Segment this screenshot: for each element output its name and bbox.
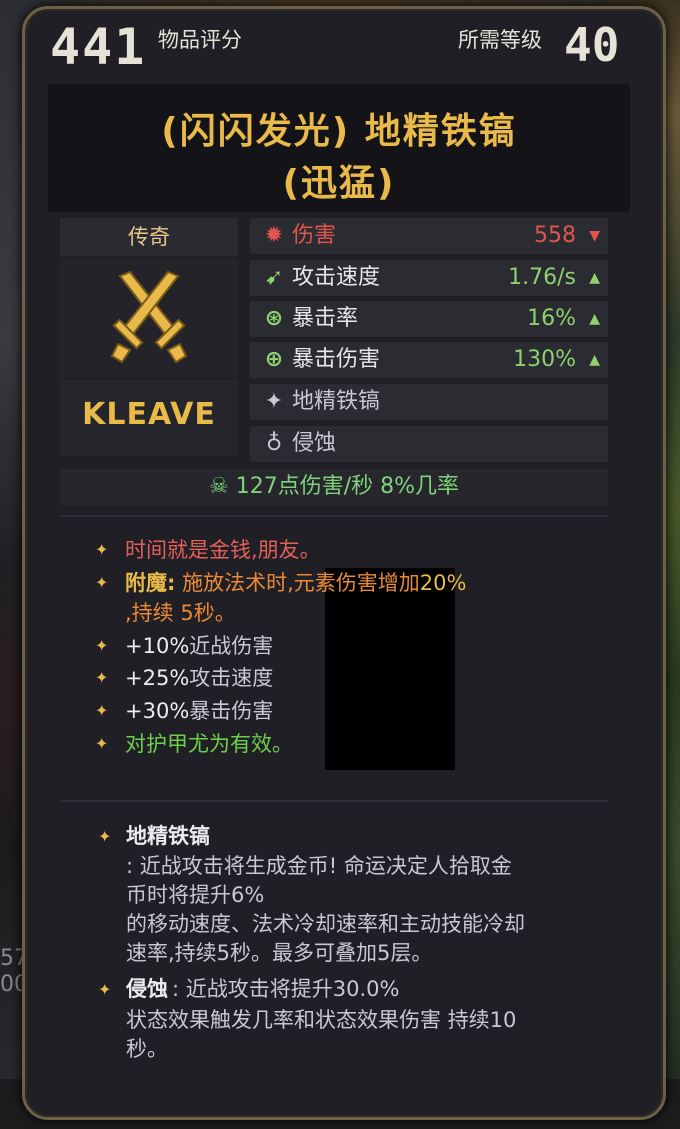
tooltip-header: 441 物品评分 所需等级 40 [50, 18, 630, 78]
stat-label: 攻击速度 [292, 265, 381, 290]
star-icon: ✦ [95, 668, 109, 687]
star-icon: ✦ [95, 734, 109, 753]
stat-value: 558 [534, 223, 576, 248]
stat-value: 1.76/s [508, 265, 576, 290]
stat-row-damage: ✹ 伤害 558 ▼ [250, 218, 608, 254]
stat-value: 16% [527, 306, 576, 331]
crit-damage-icon: ⊕ [264, 347, 284, 372]
dps-text: 127点伤害/秒 8%几率 [235, 474, 460, 499]
divider [60, 515, 608, 517]
star-icon: ✦ [98, 827, 112, 846]
crit-rate-icon: ⊛ [264, 306, 284, 331]
stat-row-erosion: ♁ 侵蚀 [250, 426, 608, 462]
damage-icon: ✹ [264, 223, 284, 248]
star-icon: ✦ [95, 636, 109, 655]
dps-line: ☠ 127点伤害/秒 8%几率 [60, 469, 608, 505]
divider [60, 800, 608, 802]
item-score-label: 物品评分 [158, 28, 242, 52]
skull-icon: ☠ [208, 474, 229, 499]
star-icon: ✦ [98, 980, 112, 999]
erosion-icon: ♁ [265, 431, 283, 456]
item-name-line1: (闪闪发光) 地精铁镐 [161, 111, 517, 152]
stat-row-perk: ✦ 地精铁镐 [250, 384, 608, 420]
stat-label: 侵蚀 [292, 431, 337, 456]
star-icon: ✦ [95, 573, 109, 592]
stat-label: 暴击伤害 [292, 347, 381, 372]
stat-arrow: ▲ [589, 311, 600, 327]
stat-row-crit-rate: ⊛ 暴击率 16% ▲ [250, 301, 608, 337]
rarity-label: 传奇 [60, 218, 238, 256]
brand-logo: KLEAVE [60, 380, 238, 456]
stat-label: 地精铁镐 [292, 389, 381, 414]
stat-arrow: ▼ [589, 228, 600, 244]
attack-speed-icon: ➹ [264, 265, 284, 290]
item-score-value: 441 [50, 18, 147, 76]
stat-arrow: ▲ [589, 352, 600, 368]
stat-label: 暴击率 [292, 306, 359, 331]
stat-row-crit-damage: ⊕ 暴击伤害 130% ▲ [250, 342, 608, 378]
sparkle-icon: ✦ [264, 389, 284, 414]
stat-arrow: ▲ [589, 270, 600, 286]
stat-value: 130% [513, 347, 576, 372]
stat-row-attack-speed: ➹ 攻击速度 1.76/s ▲ [250, 260, 608, 296]
star-icon: ✦ [95, 701, 109, 720]
item-title-box: (闪闪发光) 地精铁镐 (迅猛) [48, 84, 630, 212]
required-level-value: 40 [564, 18, 620, 72]
item-icon-box [60, 258, 238, 378]
required-level-label: 所需等级 [458, 28, 542, 52]
star-icon: ✦ [95, 540, 109, 559]
stat-label: 伤害 [292, 223, 337, 248]
item-name-line2: (迅猛) [282, 163, 396, 204]
crossed-swords-icon [110, 270, 188, 364]
